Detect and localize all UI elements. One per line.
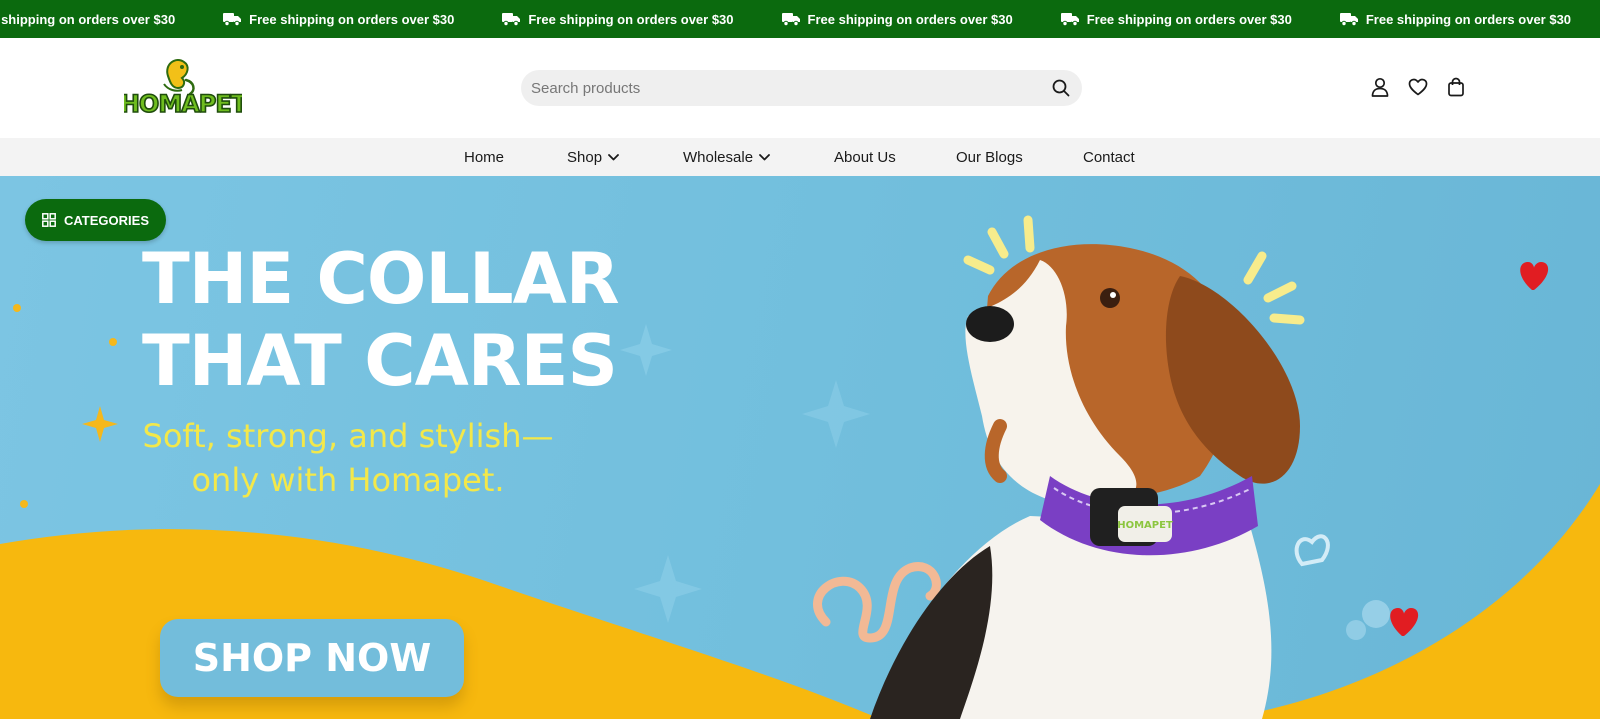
yellow-wave-right: [1220, 484, 1600, 719]
sparkle-shape: [802, 380, 870, 448]
promo-bar: Free shipping on orders over $30 Free sh…: [0, 0, 1600, 38]
promo-track: Free shipping on orders over $30 Free sh…: [0, 0, 1600, 38]
logo-wordmark: HOMAPET: [124, 90, 242, 118]
logo-image: HOMAPET: [119, 58, 250, 119]
nav-item-home[interactable]: Home: [464, 138, 504, 176]
paw-shape: [1362, 600, 1390, 628]
nav-label: Home: [464, 148, 505, 166]
promo-text: Free shipping on orders over $30: [1086, 11, 1292, 27]
hero-title: THE COLLAR THAT CARES: [142, 238, 662, 402]
user-icon: [1371, 77, 1389, 97]
sparkle-shape: [634, 555, 702, 623]
nav-item-shop[interactable]: Shop: [567, 138, 619, 176]
heart-outline-shape: [1294, 534, 1330, 567]
promo-item: Free shipping on orders over $30: [0, 12, 175, 27]
promo-text: Free shipping on orders over $30: [528, 11, 734, 27]
paw-shape: [1346, 620, 1366, 640]
nav-item-about-us[interactable]: About Us: [834, 138, 896, 176]
shop-now-label: SHOP NOW: [192, 636, 432, 680]
nav-label: Wholesale: [683, 148, 754, 166]
nav-label: Our Blogs: [956, 148, 1023, 166]
site-header: HOMAPET: [0, 38, 1600, 138]
hero-subtitle-line: Soft, strong, and stylish—: [142, 417, 554, 455]
collar-tag-text: HOMAPET: [1117, 520, 1173, 531]
account-button[interactable]: [1370, 76, 1390, 98]
categories-button[interactable]: CATEGORIES: [25, 199, 166, 241]
nav-label: About Us: [834, 148, 896, 166]
truck-icon: [502, 13, 521, 26]
nav-label: Contact: [1083, 148, 1135, 166]
truck-icon: [781, 13, 800, 26]
promo-item: Free shipping on orders over $30: [1060, 11, 1292, 27]
heart-icon: [1520, 262, 1549, 290]
truck-icon: [223, 13, 242, 26]
beagle-dog: HOMAPET: [870, 244, 1300, 719]
promo-text: Free shipping on orders over $30: [1365, 11, 1572, 27]
categories-label: CATEGORIES: [64, 212, 149, 228]
heart-icon: [1408, 78, 1428, 96]
search-input[interactable]: [531, 70, 1031, 106]
search-button[interactable]: [1050, 77, 1072, 99]
hero-subtitle: Soft, strong, and stylish— only with Hom…: [108, 414, 588, 502]
hero-subtitle-line: only with Homapet.: [191, 461, 505, 499]
promo-text: Free shipping on orders over $30: [0, 11, 176, 27]
hero-banner: HOMAPET CATEGORIES THE COLLAR THAT CARES…: [0, 176, 1600, 719]
truck-icon: [1339, 13, 1358, 26]
dot-shape: [13, 304, 21, 312]
chevron-down-icon: [759, 153, 770, 160]
dot-shape: [20, 500, 28, 508]
truck-icon: [1060, 13, 1079, 26]
promo-text: Free shipping on orders over $30: [807, 11, 1013, 27]
shop-now-button[interactable]: SHOP NOW: [160, 619, 464, 697]
cart-button[interactable]: [1446, 76, 1466, 98]
nav-label: Shop: [567, 148, 603, 166]
hero-title-line: THE COLLAR: [142, 238, 620, 320]
search-bar: [521, 70, 1082, 106]
nav-item-our-blogs[interactable]: Our Blogs: [956, 138, 1023, 176]
chevron-down-icon: [608, 153, 619, 160]
promo-item: Free shipping on orders over $30: [502, 11, 734, 27]
promo-item: Free shipping on orders over $30: [1339, 11, 1572, 27]
bag-icon: [1448, 77, 1464, 97]
page-bottom-edge: [0, 719, 1600, 725]
main-nav: Home Shop Wholesale About Us Our Blogs C…: [0, 138, 1600, 176]
nav-item-wholesale[interactable]: Wholesale: [683, 138, 770, 176]
hero-title-line: THAT CARES: [142, 320, 618, 402]
dot-shape: [109, 338, 117, 346]
heart-icon: [1390, 608, 1419, 636]
promo-item: Free shipping on orders over $30: [781, 11, 1013, 27]
nav-item-contact[interactable]: Contact: [1083, 138, 1135, 176]
header-actions: [1370, 76, 1466, 98]
homapet-logo[interactable]: HOMAPET: [119, 56, 250, 119]
search-icon: [1052, 79, 1070, 97]
grid-icon: [42, 213, 56, 227]
wishlist-button[interactable]: [1408, 76, 1428, 98]
promo-text: Free shipping on orders over $30: [249, 11, 455, 27]
promo-item: Free shipping on orders over $30: [223, 12, 454, 27]
